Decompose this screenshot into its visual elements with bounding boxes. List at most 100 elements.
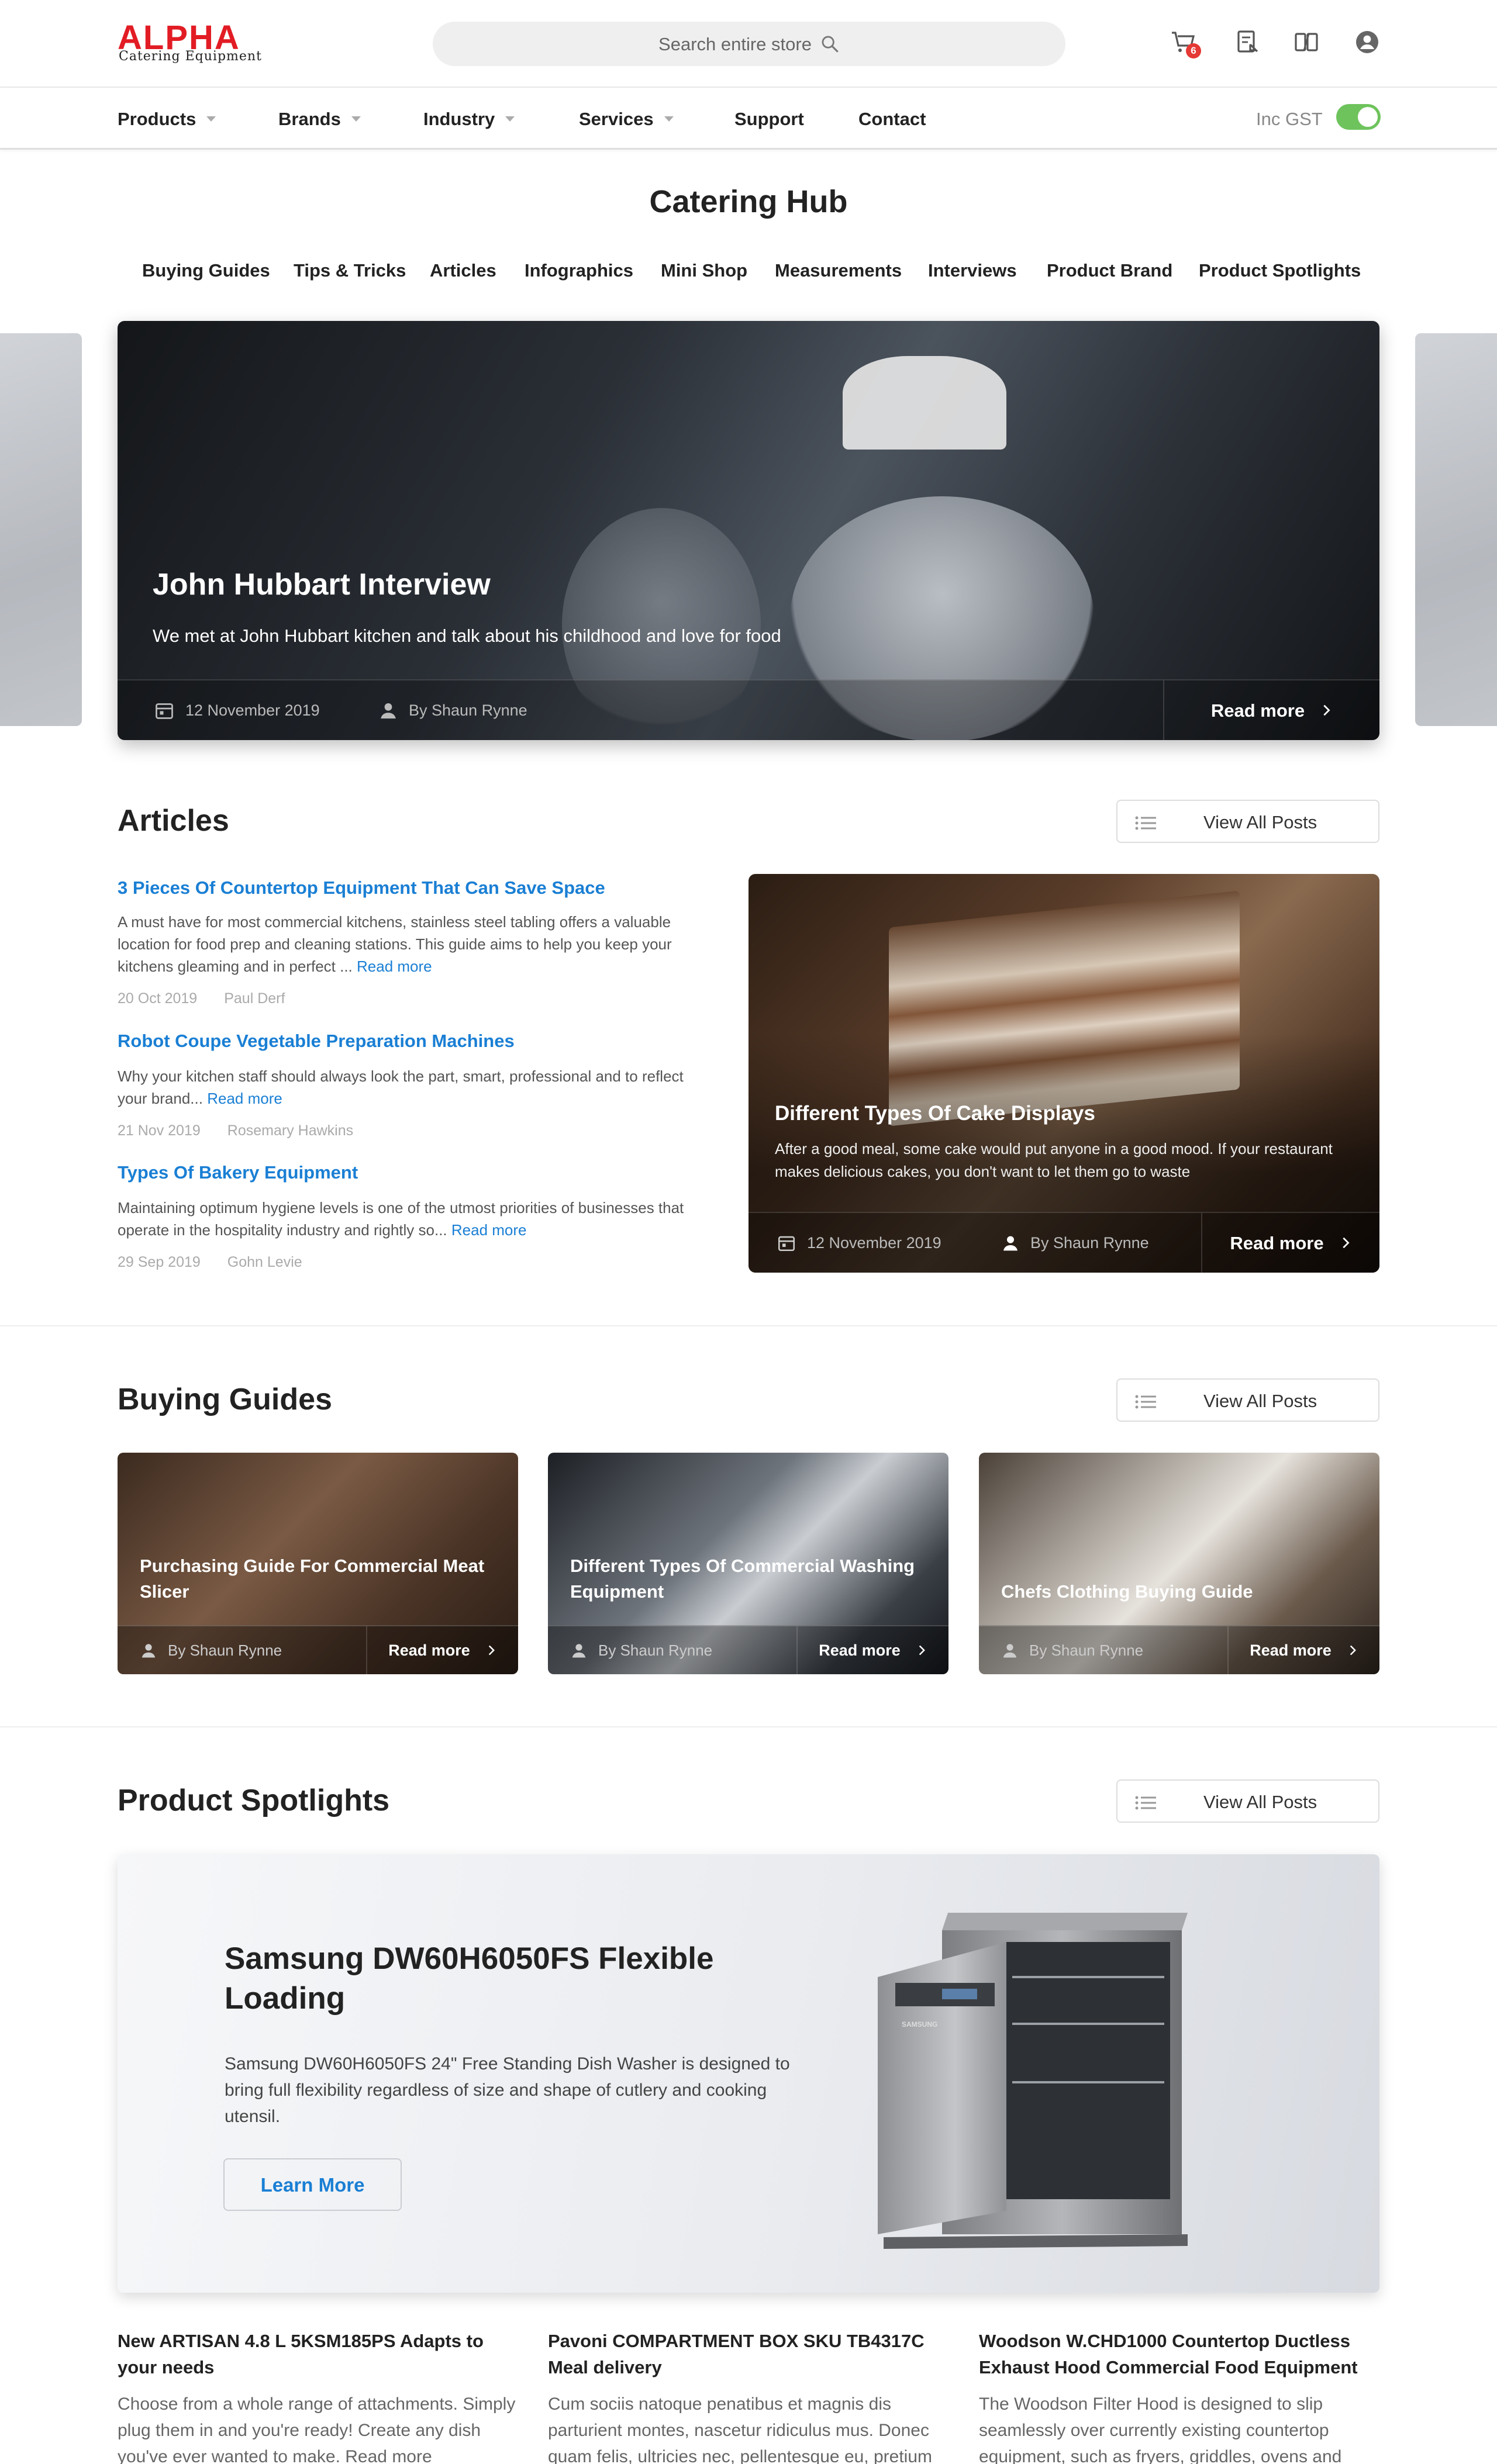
tab-product-brand[interactable]: Product Brand [1047,261,1172,279]
view-all-label: View All Posts [1203,1792,1317,1812]
article-link[interactable]: Robot Coupe Vegetable Preparation Machin… [118,1032,515,1050]
article-meta: 21 Nov 2019 Rosemary Hawkins [118,1124,353,1138]
read-more-label: Read more [819,1641,901,1659]
nav-industry[interactable]: Industry [423,110,515,128]
chevron-down-icon [664,116,674,122]
article-excerpt: A must have for most commercial kitchens… [118,911,696,977]
cart-icon[interactable]: 6 [1170,28,1201,58]
guide-card[interactable]: Purchasing Guide For Commercial Meat Sli… [118,1453,518,1674]
read-more-button[interactable]: Read more [1201,1213,1379,1273]
tab-product-spotlights[interactable]: Product Spotlights [1199,261,1361,279]
article-excerpt: Why your kitchen staff should always loo… [118,1065,696,1110]
tab-tips-tricks[interactable]: Tips & Tricks [294,261,406,279]
carousel-next-slide[interactable] [1415,333,1497,726]
featured-article-card[interactable]: Different Types Of Cake Displays After a… [748,874,1379,1273]
calendar-icon [778,1236,795,1252]
post-author: By Shaun Rynne [1030,1233,1149,1252]
section-divider [0,1726,1497,1727]
article-meta: 29 Sep 2019 Gohn Levie [118,1255,302,1270]
guide-title: Chefs Clothing Buying Guide [1001,1581,1253,1602]
guide-author: By Shaun Rynne [1029,1641,1144,1659]
nav-services[interactable]: Services [579,110,674,128]
search-input[interactable]: Search entire store [433,22,1065,66]
read-more-button[interactable]: Read more [1163,680,1379,740]
view-all-articles-button[interactable]: View All Posts [1116,800,1379,843]
logo-tagline: Catering Equipment [119,49,262,64]
article-link[interactable]: Types Of Bakery Equipment [118,1163,358,1181]
nav-label: Industry [423,109,495,129]
article-link[interactable]: 3 Pieces Of Countertop Equipment That Ca… [118,879,605,897]
learn-more-button[interactable]: Learn More [223,2158,402,2211]
guide-author: By Shaun Rynne [598,1641,713,1659]
tab-buying-guides[interactable]: Buying Guides [142,261,270,279]
date-meta: 12 November 2019 [154,680,320,740]
user-icon [572,1644,586,1658]
view-all-spotlights-button[interactable]: View All Posts [1116,1779,1379,1823]
nav-products[interactable]: Products [118,110,216,128]
author-meta: By Shaun Rynne [1001,1626,1143,1674]
site-header: ALPHA Catering Equipment Search entire s… [0,0,1497,88]
featured-meta-bar: 12 November 2019 By Shaun Rynne Read mor… [748,1212,1379,1273]
chevron-right-icon [488,1645,495,1656]
chevron-down-icon [505,116,515,122]
post-author: By Shaun Rynne [409,701,527,719]
article-date: 20 Oct 2019 [118,990,198,1007]
guide-meta-bar: By Shaun Rynne Read more [548,1625,948,1674]
article-meta: 20 Oct 2019 Paul Derf [118,991,285,1006]
article-date: 21 Nov 2019 [118,1122,201,1139]
product-link[interactable]: Pavoni COMPARTMENT BOX SKU TB4317C Meal … [548,2328,951,2380]
guide-title: Different Types Of Commercial Washing Eq… [570,1556,915,1602]
read-more-label: Read more [1230,1232,1324,1253]
list-icon [1135,1395,1156,1409]
guide-card[interactable]: Chefs Clothing Buying Guide By Shaun Ryn… [979,1453,1379,1674]
tab-mini-shop[interactable]: Mini Shop [661,261,747,279]
excerpt-text: Maintaining optimum hygiene levels is on… [118,1199,684,1239]
read-more-link[interactable]: Read more [207,1090,282,1107]
guide-meta-bar: By Shaun Rynne Read more [118,1625,518,1674]
guide-card[interactable]: Different Types Of Commercial Washing Eq… [548,1453,948,1674]
nav-support[interactable]: Support [734,110,804,128]
author-meta: By Shaun Rynne [140,1626,282,1674]
nav-label: Contact [858,109,926,129]
view-all-guides-button[interactable]: View All Posts [1116,1378,1379,1422]
spotlight-banner: Samsung DW60H6050FS Flexible Loading Sam… [118,1854,1379,2293]
cart-badge: 6 [1186,43,1201,58]
product-link[interactable]: Woodson W.CHD1000 Countertop Ductless Ex… [979,2328,1382,2380]
search-placeholder: Search entire store [658,33,812,54]
post-date: 12 November 2019 [185,701,320,719]
gst-label: Inc GST [1256,109,1323,129]
nav-label: Support [734,109,804,129]
read-more-link[interactable]: Read more [357,958,432,975]
nav-contact[interactable]: Contact [858,110,926,128]
chevron-down-icon [351,116,361,122]
read-more-link[interactable]: Read more [451,1221,527,1239]
chevron-right-icon [1350,1645,1356,1656]
gst-toggle[interactable] [1336,104,1381,130]
tab-measurements[interactable]: Measurements [775,261,902,279]
guide-title: Purchasing Guide For Commercial Meat Sli… [140,1556,485,1602]
read-more-button[interactable]: Read more [796,1626,948,1674]
main-nav: Products Brands Industry Services Suppor… [0,88,1497,150]
product-description: Choose from a whole range of attachments… [118,2394,516,2464]
tab-articles[interactable]: Articles [430,261,496,279]
nav-brands[interactable]: Brands [278,110,361,128]
read-more-button[interactable]: Read more [366,1626,518,1674]
chevron-down-icon [206,116,216,122]
spotlight-description: Samsung DW60H6050FS 24" Free Standing Di… [225,2054,790,2126]
guide-meta-bar: By Shaun Rynne Read more [979,1625,1379,1674]
hero-title: John Hubbart Interview [153,568,491,602]
read-more-button[interactable]: Read more [1227,1626,1379,1674]
tab-interviews[interactable]: Interviews [928,261,1017,279]
compare-icon[interactable] [1292,28,1320,56]
quote-icon[interactable] [1234,28,1262,56]
product-link[interactable]: New ARTISAN 4.8 L 5KSM185PS Adapts to yo… [118,2328,521,2380]
hero-slide[interactable]: John Hubbart Interview We met at John Hu… [118,321,1379,740]
product-description: Cum sociis natoque penatibus et magnis d… [548,2394,933,2464]
calendar-icon [156,703,173,719]
carousel-prev-slide[interactable] [0,333,82,726]
user-icon [142,1644,156,1658]
read-more-label: Read more [388,1641,470,1659]
search-icon[interactable] [820,34,840,54]
tab-infographics[interactable]: Infographics [525,261,633,279]
account-icon[interactable] [1353,28,1381,56]
